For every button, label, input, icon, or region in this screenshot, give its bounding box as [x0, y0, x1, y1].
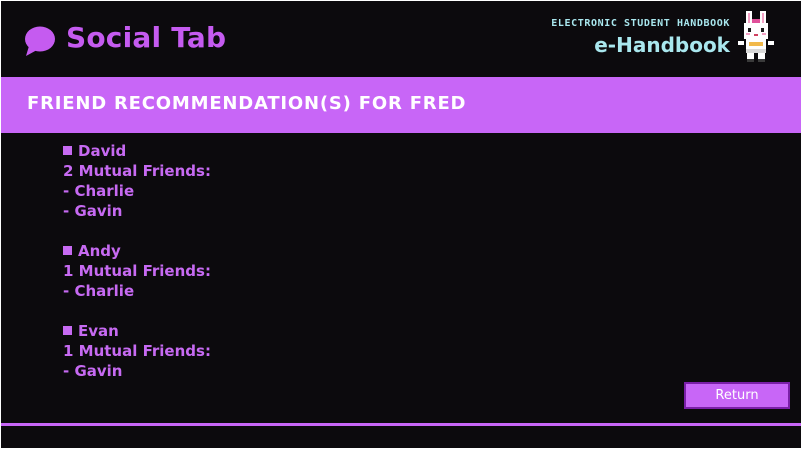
- page-title: Social Tab: [66, 21, 227, 54]
- mutual-friend: - Charlie: [63, 182, 135, 200]
- recommendation-item: David 2 Mutual Friends: - Charlie - Gavi…: [63, 141, 211, 221]
- recommendation-item: Andy 1 Mutual Friends: - Charlie: [63, 241, 211, 301]
- mutual-friends-count: 1 Mutual Friends:: [63, 262, 211, 280]
- square-bullet-icon: [63, 146, 72, 155]
- square-bullet-icon: [63, 246, 72, 255]
- mutual-friend: - Gavin: [63, 362, 123, 380]
- recommended-friend-name: Andy: [78, 242, 121, 260]
- recommended-friend-name: Evan: [78, 322, 119, 340]
- recommendation-item: Evan 1 Mutual Friends: - Gavin: [63, 321, 211, 381]
- square-bullet-icon: [63, 326, 72, 335]
- bunny-mascot-icon: [738, 11, 774, 62]
- app-window: Social Tab ELECTRONIC STUDENT HANDBOOK e…: [1, 1, 801, 448]
- recommendation-list: David 2 Mutual Friends: - Charlie - Gavi…: [63, 141, 211, 401]
- return-button[interactable]: Return: [684, 382, 790, 409]
- mutual-friend: - Gavin: [63, 202, 123, 220]
- footer-divider: [1, 423, 801, 426]
- mutual-friend: - Charlie: [63, 282, 135, 300]
- brand-title: e-Handbook: [594, 33, 730, 57]
- mutual-friends-count: 2 Mutual Friends:: [63, 162, 211, 180]
- mutual-friends-count: 1 Mutual Friends:: [63, 342, 211, 360]
- recommendations-banner: FRIEND RECOMMENDATION(S) FOR FRED: [1, 77, 801, 133]
- recommended-friend-name: David: [78, 142, 127, 160]
- chat-bubble-icon: [25, 26, 55, 56]
- banner-title: FRIEND RECOMMENDATION(S) FOR FRED: [27, 93, 467, 114]
- header: Social Tab ELECTRONIC STUDENT HANDBOOK e…: [1, 1, 801, 77]
- brand-subtitle: ELECTRONIC STUDENT HANDBOOK: [551, 18, 730, 29]
